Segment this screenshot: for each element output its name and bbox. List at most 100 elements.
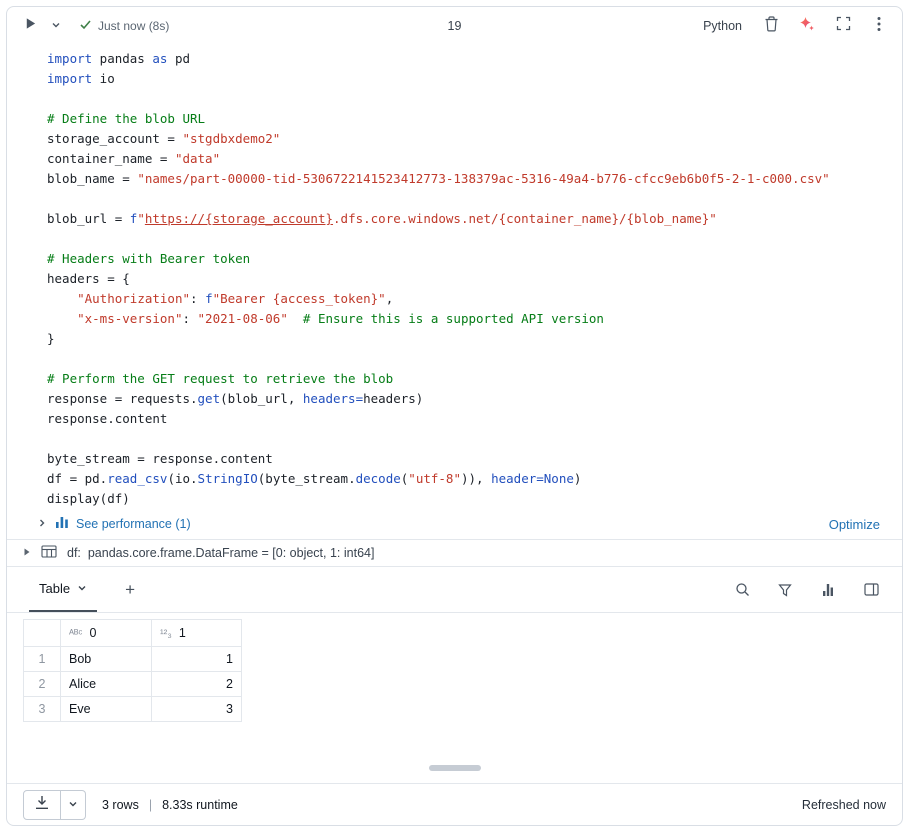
code-line bbox=[47, 229, 890, 249]
output-footer: 3 rows | 8.33s runtime Refreshed now bbox=[7, 783, 902, 825]
int-type-icon: ¹²₃ bbox=[160, 628, 172, 640]
table-cell[interactable]: 1 bbox=[152, 647, 242, 672]
toolbar-actions: Python bbox=[703, 15, 890, 37]
table-cell[interactable]: 2 bbox=[152, 672, 242, 697]
code-line bbox=[47, 349, 890, 369]
dataframe-table-icon bbox=[41, 545, 57, 561]
code-line: headers = { bbox=[47, 269, 890, 289]
code-line: storage_account = "stgdbxdemo2" bbox=[47, 129, 890, 149]
play-icon bbox=[24, 17, 37, 35]
code-line bbox=[47, 89, 890, 109]
code-line bbox=[47, 189, 890, 209]
code-line: blob_name = "names/part-00000-tid-530672… bbox=[47, 169, 890, 189]
refreshed-status: Refreshed now bbox=[802, 798, 886, 812]
result-table: ᴬᴮᶜ0¹²₃11Bob12Alice23Eve3 bbox=[23, 619, 242, 722]
table-cell[interactable]: Alice bbox=[61, 672, 152, 697]
table-row: 2Alice2 bbox=[24, 672, 242, 697]
code-line: } bbox=[47, 329, 890, 349]
optimize-link[interactable]: Optimize bbox=[829, 517, 886, 532]
delete-cell-button[interactable] bbox=[760, 15, 782, 37]
code-line: "x-ms-version": "2021-08-06" # Ensure th… bbox=[47, 309, 890, 329]
code-line: # Define the blob URL bbox=[47, 109, 890, 129]
code-line: import pandas as pd bbox=[47, 49, 890, 69]
expand-icon bbox=[836, 16, 851, 36]
table-header-row: ᴬᴮᶜ 0 ¹²₃ 1 bbox=[24, 620, 242, 647]
tab-table-label: Table bbox=[39, 581, 70, 596]
column-header-0[interactable]: ᴬᴮᶜ 0 bbox=[61, 620, 152, 647]
code-line: df = pd.read_csv(io.StringIO(byte_stream… bbox=[47, 469, 890, 489]
run-controls: Just now (8s) bbox=[19, 15, 169, 37]
column-name: 0 bbox=[89, 626, 96, 640]
expand-result-triangle-icon bbox=[23, 546, 31, 560]
see-performance-link[interactable]: See performance (1) bbox=[55, 516, 191, 532]
chevron-down-icon bbox=[68, 796, 78, 814]
table-row: 1Bob1 bbox=[24, 647, 242, 672]
table-toolbar-icons bbox=[731, 567, 886, 612]
column-name: 1 bbox=[179, 626, 186, 640]
data-profile-icon[interactable] bbox=[817, 579, 839, 601]
search-icon[interactable] bbox=[731, 579, 753, 601]
row-index: 3 bbox=[24, 697, 61, 722]
run-status: Just now (8s) bbox=[79, 18, 169, 34]
download-split-button bbox=[23, 790, 86, 820]
assistant-sparkle-button[interactable] bbox=[796, 15, 818, 37]
add-visualization-button[interactable]: + bbox=[121, 567, 139, 612]
chevron-down-icon bbox=[51, 17, 61, 35]
stats-separator: | bbox=[149, 798, 152, 812]
run-options-chevron-button[interactable] bbox=[45, 15, 67, 37]
download-button[interactable] bbox=[23, 790, 61, 820]
filter-funnel-icon[interactable] bbox=[774, 579, 796, 601]
expand-cell-button[interactable] bbox=[832, 15, 854, 37]
result-summary-text: df: pandas.core.frame.DataFrame = [0: ob… bbox=[67, 546, 374, 560]
bar-chart-icon bbox=[55, 516, 69, 532]
code-line: # Perform the GET request to retrieve th… bbox=[47, 369, 890, 389]
side-panel-icon[interactable] bbox=[860, 579, 882, 601]
chevron-down-icon bbox=[77, 581, 87, 596]
code-line: response = requests.get(blob_url, header… bbox=[47, 389, 890, 409]
row-count: 3 rows bbox=[102, 798, 139, 812]
code-line: display(df) bbox=[47, 489, 890, 509]
string-type-icon: ᴬᴮᶜ bbox=[69, 628, 82, 640]
result-summary-row[interactable]: df: pandas.core.frame.DataFrame = [0: ob… bbox=[7, 539, 902, 567]
cell-toolbar: Just now (8s) 19 Python bbox=[7, 7, 902, 45]
table-cell[interactable]: Bob bbox=[61, 647, 152, 672]
cell-number: 19 bbox=[448, 19, 462, 33]
table-cell[interactable]: 3 bbox=[152, 697, 242, 722]
language-selector[interactable]: Python bbox=[703, 19, 742, 33]
output-resize-handle[interactable] bbox=[429, 765, 481, 771]
notebook-cell: Just now (8s) 19 Python import pandas as… bbox=[6, 6, 903, 826]
code-editor[interactable]: import pandas as pdimport io # Define th… bbox=[7, 45, 902, 513]
output-spacer bbox=[7, 722, 902, 783]
code-line: # Headers with Bearer token bbox=[47, 249, 890, 269]
code-line bbox=[47, 429, 890, 449]
table-output-area: ᴬᴮᶜ0¹²₃11Bob12Alice23Eve3 bbox=[7, 613, 902, 722]
table-row: 3Eve3 bbox=[24, 697, 242, 722]
download-tray-icon bbox=[34, 795, 50, 815]
see-performance-label: See performance (1) bbox=[76, 517, 191, 531]
code-line: byte_stream = response.content bbox=[47, 449, 890, 469]
performance-chevron-icon[interactable] bbox=[37, 517, 47, 531]
column-header-1[interactable]: ¹²₃ 1 bbox=[152, 620, 242, 647]
tab-table[interactable]: Table bbox=[29, 567, 97, 612]
run-status-text: Just now (8s) bbox=[98, 19, 169, 33]
row-index: 2 bbox=[24, 672, 61, 697]
success-check-icon bbox=[79, 18, 92, 34]
performance-row: See performance (1) Optimize bbox=[7, 513, 902, 537]
trash-icon bbox=[764, 16, 779, 37]
table-cell[interactable]: Eve bbox=[61, 697, 152, 722]
code-line: "Authorization": f"Bearer {access_token}… bbox=[47, 289, 890, 309]
runtime: 8.33s runtime bbox=[162, 798, 238, 812]
cell-menu-button[interactable] bbox=[868, 15, 890, 37]
output-tab-bar: Table + bbox=[7, 567, 902, 613]
code-line: blob_url = f"https://{storage_account}.d… bbox=[47, 209, 890, 229]
table-corner-cell bbox=[24, 620, 61, 647]
row-index: 1 bbox=[24, 647, 61, 672]
download-options-chevron-button[interactable] bbox=[61, 790, 86, 820]
code-line: import io bbox=[47, 69, 890, 89]
code-line: container_name = "data" bbox=[47, 149, 890, 169]
code-line: response.content bbox=[47, 409, 890, 429]
kebab-menu-icon bbox=[877, 16, 881, 37]
run-cell-button[interactable] bbox=[19, 15, 41, 37]
sparkle-icon bbox=[799, 16, 815, 37]
result-stats: 3 rows | 8.33s runtime bbox=[102, 798, 238, 812]
